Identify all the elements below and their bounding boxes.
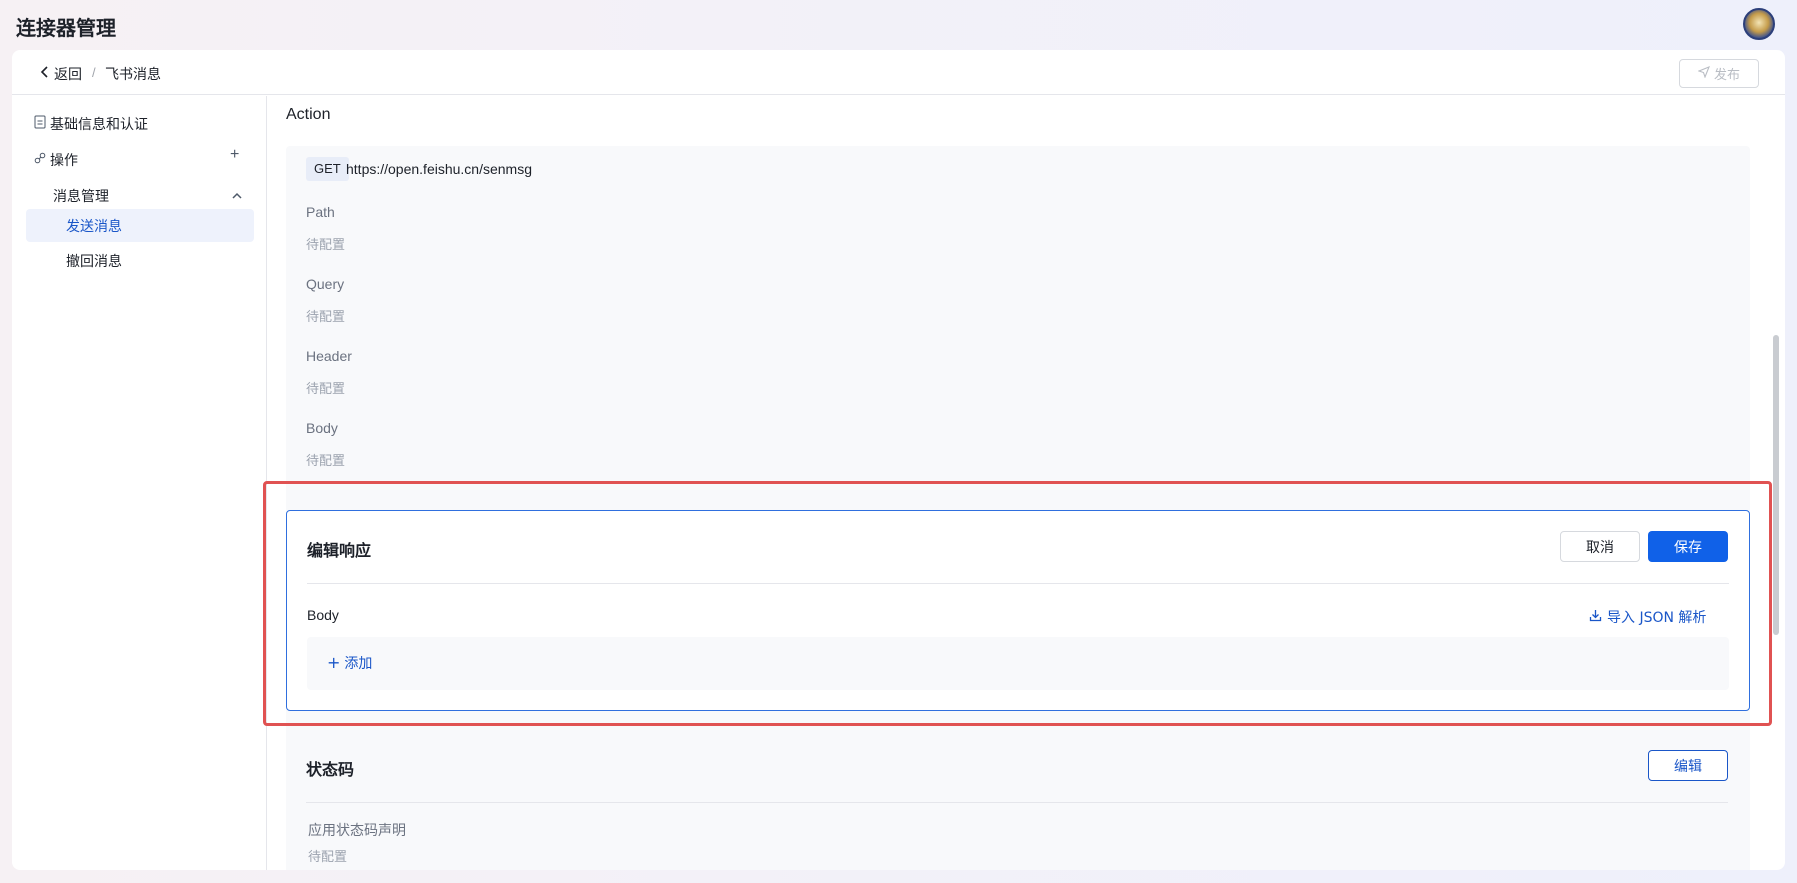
sidebar-item-send-message[interactable]: 发送消息: [26, 209, 254, 242]
sidebar-item-label: 撤回消息: [66, 254, 122, 270]
send-icon: [1697, 65, 1710, 82]
highlight-annotation: [263, 481, 1772, 726]
back-button[interactable]: 返回: [40, 64, 82, 84]
breadcrumb-current: 飞书消息: [105, 67, 161, 83]
link-icon: [34, 152, 46, 168]
add-operation-icon[interactable]: +: [230, 146, 239, 164]
breadcrumb-separator: /: [92, 65, 96, 80]
user-avatar[interactable]: [1743, 8, 1775, 40]
publish-label: 发布: [1713, 68, 1740, 83]
sidebar-item-label: 发送消息: [66, 218, 122, 235]
vertical-scrollbar[interactable]: [1773, 335, 1779, 635]
sidebar-item-operations[interactable]: 操作: [34, 150, 78, 170]
sidebar-group-message-management[interactable]: 消息管理: [53, 186, 109, 206]
sidebar-item-label: 操作: [50, 153, 78, 169]
field-value-path: 待配置: [306, 238, 346, 253]
request-url: https://open.feishu.cn/senmsg: [346, 161, 532, 177]
status-declaration-value: 待配置: [308, 850, 348, 865]
main-panel: 返回 / 飞书消息 发布 基础信息和认证 操作 + 消息管理 发送消息 撤回消息…: [12, 50, 1785, 870]
status-code-title: 状态码: [306, 760, 355, 779]
app-title: 连接器管理: [16, 16, 116, 40]
field-label-body: Body: [306, 420, 338, 436]
section-title: Action: [286, 106, 331, 123]
sidebar-group-label: 消息管理: [53, 189, 109, 205]
topbar: 返回 / 飞书消息 发布: [12, 50, 1785, 95]
http-method-tag: GET: [306, 157, 349, 181]
field-label-header: Header: [306, 348, 352, 364]
divider: [306, 802, 1728, 803]
field-label-query: Query: [306, 276, 345, 292]
field-value-header: 待配置: [306, 382, 346, 397]
document-icon: [34, 115, 46, 133]
field-value-query: 待配置: [306, 310, 346, 325]
publish-button[interactable]: 发布: [1679, 59, 1759, 88]
edit-status-code-button[interactable]: 编辑: [1648, 750, 1728, 781]
field-label-path: Path: [306, 204, 335, 220]
sidebar-item-label: 基础信息和认证: [50, 117, 148, 133]
status-declaration-label: 应用状态码声明: [308, 822, 406, 838]
chevron-left-icon: [40, 66, 50, 82]
back-label: 返回: [54, 67, 82, 83]
sidebar-item-recall-message[interactable]: 撤回消息: [66, 251, 122, 271]
sidebar: 基础信息和认证 操作 + 消息管理 发送消息 撤回消息: [12, 96, 267, 870]
field-value-body: 待配置: [306, 454, 346, 469]
sidebar-item-basic-info[interactable]: 基础信息和认证: [34, 114, 148, 134]
chevron-up-icon[interactable]: [231, 188, 243, 206]
